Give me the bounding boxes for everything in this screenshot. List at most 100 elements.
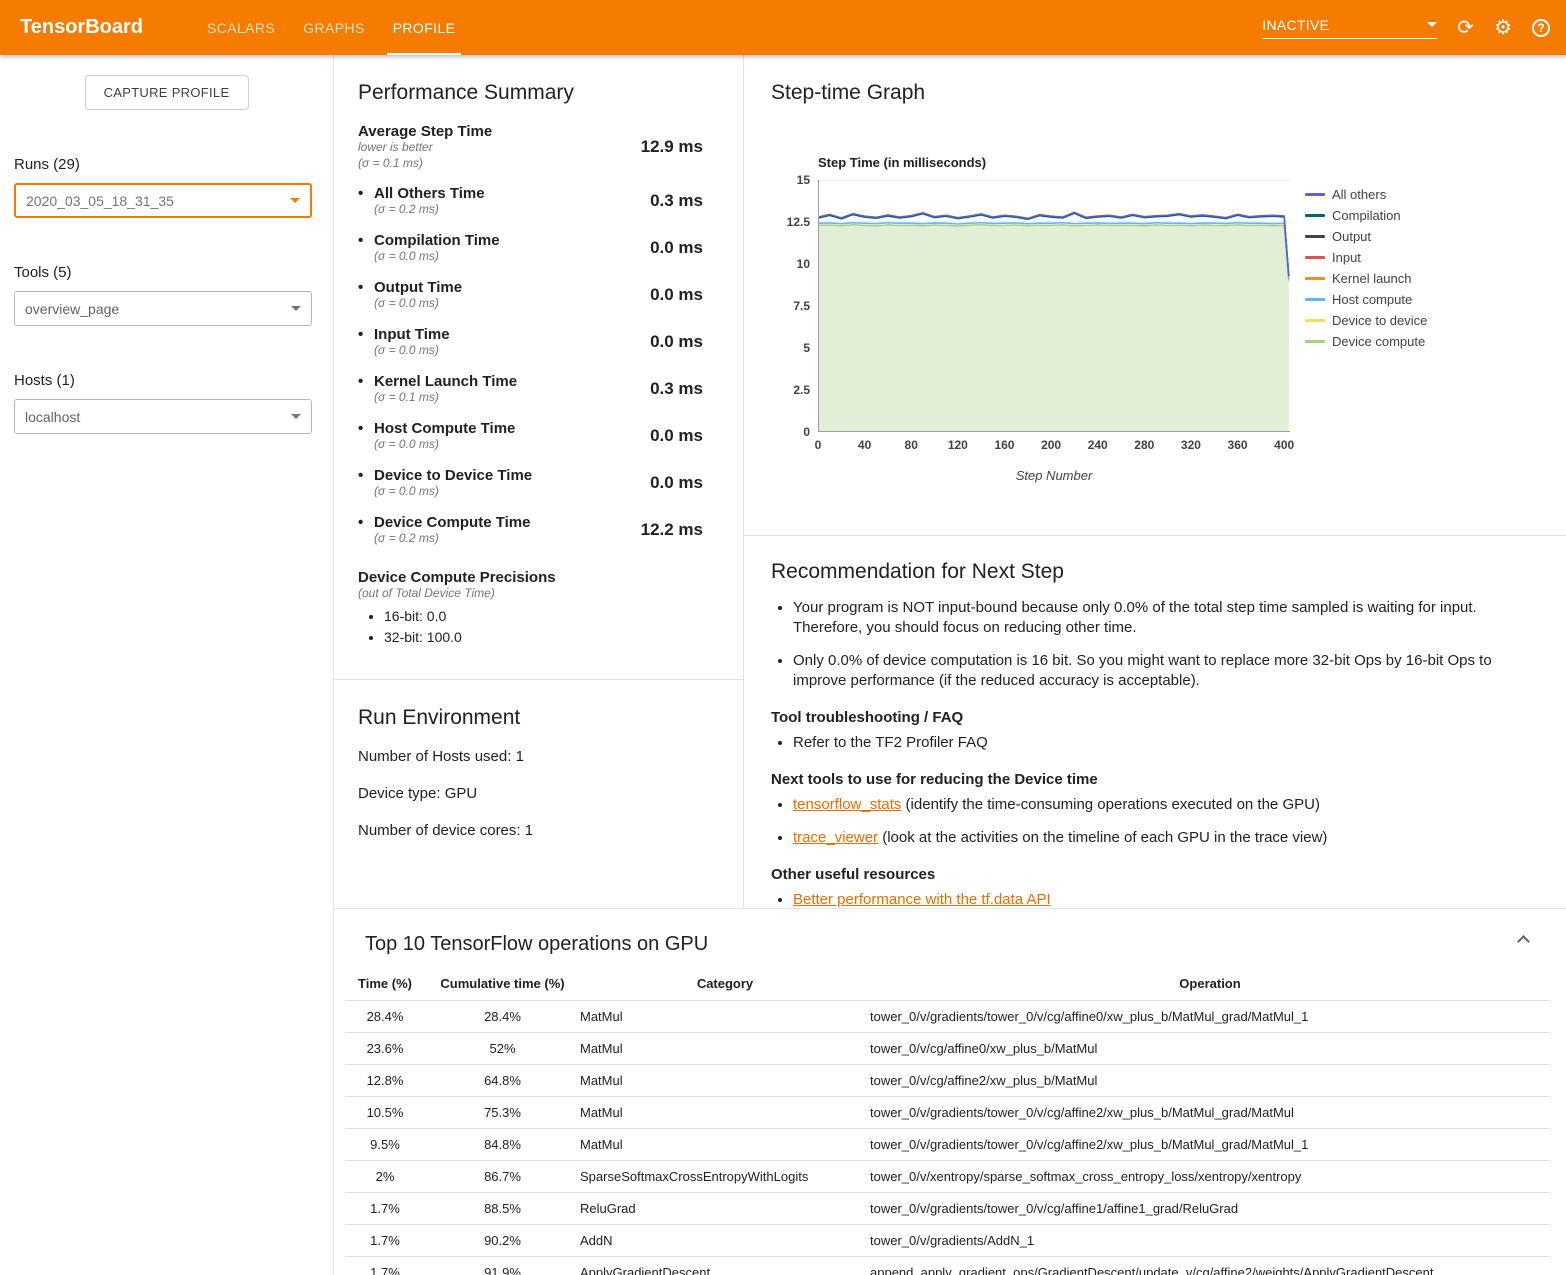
top-ops-title: Top 10 TensorFlow operations on GPU <box>365 933 1550 956</box>
y-tick-label: 5 <box>803 341 810 355</box>
metric-row: •Device Compute Time (σ = 0.2 ms) 12.2 m… <box>358 506 743 553</box>
tools-value: overview_page <box>25 301 119 317</box>
recommendation-title: Recommendation for Next Step <box>771 560 1520 584</box>
app-header: TensorBoard SCALARSGRAPHSPROFILE INACTIV… <box>0 0 1566 55</box>
legend-item: Compilation <box>1305 205 1427 226</box>
average-step-time-row: Average Step Time lower is better (σ = 0… <box>358 115 743 177</box>
cell-category: ReluGrad <box>580 1193 870 1225</box>
metric-value: 0.0 ms <box>650 332 703 352</box>
runs-value: 2020_03_05_18_31_35 <box>26 193 174 209</box>
cell-time: 28.4% <box>345 1001 425 1033</box>
legend-item: Input <box>1305 247 1427 268</box>
help-icon[interactable]: ? <box>1532 19 1550 37</box>
metric-note: lower is better <box>358 140 492 156</box>
recommendation-bullet: Only 0.0% of device computation is 16 bi… <box>793 651 1520 692</box>
chevron-down-icon <box>290 198 300 203</box>
cell-time: 1.7% <box>345 1193 425 1225</box>
performance-summary-section: Performance Summary Average Step Time lo… <box>334 55 744 908</box>
chevron-down-icon <box>291 414 301 419</box>
environment-line: Device type: GPU <box>358 785 743 802</box>
metric-label: Average Step Time <box>358 123 492 140</box>
metric-row: •Host Compute Time (σ = 0.0 ms) 0.0 ms <box>358 412 743 459</box>
cell-operation: append_apply_gradient_ops/GradientDescen… <box>870 1257 1550 1275</box>
bullet: • <box>358 232 374 249</box>
metric-label: •Device Compute Time <box>358 514 530 531</box>
cell-cumulative: 64.8% <box>425 1065 580 1097</box>
metric-label: •Kernel Launch Time <box>358 373 517 390</box>
cell-cumulative: 91.9% <box>425 1257 580 1275</box>
cell-operation: tower_0/v/xentropy/sparse_softmax_cross_… <box>870 1161 1550 1193</box>
column-header: Operation <box>870 970 1550 1001</box>
hosts-dropdown[interactable]: localhost <box>14 399 312 434</box>
refresh-icon[interactable]: ⟳ <box>1457 18 1474 38</box>
recommendation-bullets: Your program is NOT input-bound because … <box>771 598 1520 691</box>
metric-value: 0.3 ms <box>650 191 703 211</box>
y-axis-labels: 02.557.51012.515 <box>784 180 818 432</box>
x-axis-title: Step Number <box>818 468 1290 483</box>
legend-item: Device to device <box>1305 310 1427 331</box>
cell-time: 12.8% <box>345 1065 425 1097</box>
cell-time: 9.5% <box>345 1129 425 1161</box>
cell-time: 23.6% <box>345 1033 425 1065</box>
resource-link[interactable]: trace_viewer <box>793 829 878 846</box>
legend-swatch <box>1305 235 1325 238</box>
precision-item: 32-bit: 100.0 <box>384 629 743 645</box>
metric-sigma: (σ = 0.0 ms) <box>374 437 515 451</box>
metric-value: 0.0 ms <box>650 426 703 446</box>
metric-label: •Output Time <box>358 279 462 296</box>
metric-value: 0.3 ms <box>650 379 703 399</box>
precisions-subtitle: (out of Total Device Time) <box>358 586 743 602</box>
ops-table-header-row: Time (%)Cumulative time (%)CategoryOpera… <box>345 970 1550 1001</box>
cell-category: MatMul <box>580 1001 870 1033</box>
tab-profile[interactable]: PROFILE <box>379 0 470 55</box>
x-tick-label: 200 <box>1041 438 1061 452</box>
settings-icon[interactable]: ⚙ <box>1494 18 1512 38</box>
x-tick-label: 400 <box>1274 438 1294 452</box>
y-tick-label: 2.5 <box>793 383 810 397</box>
cell-operation: tower_0/v/gradients/tower_0/v/cg/affine1… <box>870 1193 1550 1225</box>
cell-cumulative: 52% <box>425 1033 580 1065</box>
x-axis-labels: 04080120160200240280320360400 <box>818 438 1290 456</box>
legend-label: Host compute <box>1332 292 1412 307</box>
ops-table: Time (%)Cumulative time (%)CategoryOpera… <box>345 970 1550 1275</box>
link-item: trace_viewer (look at the activities on … <box>793 828 1520 848</box>
precision-items: 16-bit: 0.0 32-bit: 100.0 <box>358 608 743 645</box>
legend-swatch <box>1305 193 1325 196</box>
table-row: 28.4% 28.4% MatMul tower_0/v/gradients/t… <box>345 1001 1550 1033</box>
x-tick-label: 280 <box>1134 438 1154 452</box>
other-resources-heading: Other useful resources <box>771 866 1520 883</box>
table-row: 10.5% 75.3% MatMul tower_0/v/gradients/t… <box>345 1097 1550 1129</box>
divider <box>334 679 743 680</box>
status-dropdown[interactable]: INACTIVE <box>1262 17 1437 39</box>
cell-category: MatMul <box>580 1129 870 1161</box>
collapse-section-button[interactable] <box>1515 933 1532 950</box>
bullet: • <box>358 279 374 296</box>
cell-cumulative: 84.8% <box>425 1129 580 1161</box>
legend-item: All others <box>1305 184 1427 205</box>
precision-item: 16-bit: 0.0 <box>384 608 743 624</box>
legend-label: All others <box>1332 187 1386 202</box>
metric-label: •Compilation Time <box>358 232 500 249</box>
recommendation-bullet: Your program is NOT input-bound because … <box>793 598 1520 639</box>
x-tick-label: 120 <box>948 438 968 452</box>
tab-scalars[interactable]: SCALARS <box>193 0 289 55</box>
capture-profile-button[interactable]: CAPTURE PROFILE <box>85 75 249 110</box>
resource-link[interactable]: Better performance with the tf.data API <box>793 891 1051 908</box>
cell-time: 1.7% <box>345 1225 425 1257</box>
bullet: • <box>358 326 374 343</box>
chart-legend: All othersCompilationOutputInputKernel l… <box>1305 180 1427 432</box>
x-tick-label: 40 <box>858 438 871 452</box>
tab-graphs[interactable]: GRAPHS <box>289 0 379 55</box>
runs-label: Runs (29) <box>14 156 333 173</box>
cell-operation: tower_0/v/gradients/tower_0/v/cg/affine2… <box>870 1097 1550 1129</box>
runs-dropdown[interactable]: 2020_03_05_18_31_35 <box>14 183 312 218</box>
resource-link[interactable]: tensorflow_stats <box>793 796 901 813</box>
legend-item: Kernel launch <box>1305 268 1427 289</box>
ops-table-body: 28.4% 28.4% MatMul tower_0/v/gradients/t… <box>345 1001 1550 1275</box>
tools-dropdown[interactable]: overview_page <box>14 291 312 326</box>
legend-swatch <box>1305 256 1325 259</box>
table-row: 2% 86.7% SparseSoftmaxCrossEntropyWithLo… <box>345 1161 1550 1193</box>
cell-cumulative: 75.3% <box>425 1097 580 1129</box>
metric-sigma: (σ = 0.1 ms) <box>374 390 517 404</box>
table-row: 1.7% 88.5% ReluGrad tower_0/v/gradients/… <box>345 1193 1550 1225</box>
